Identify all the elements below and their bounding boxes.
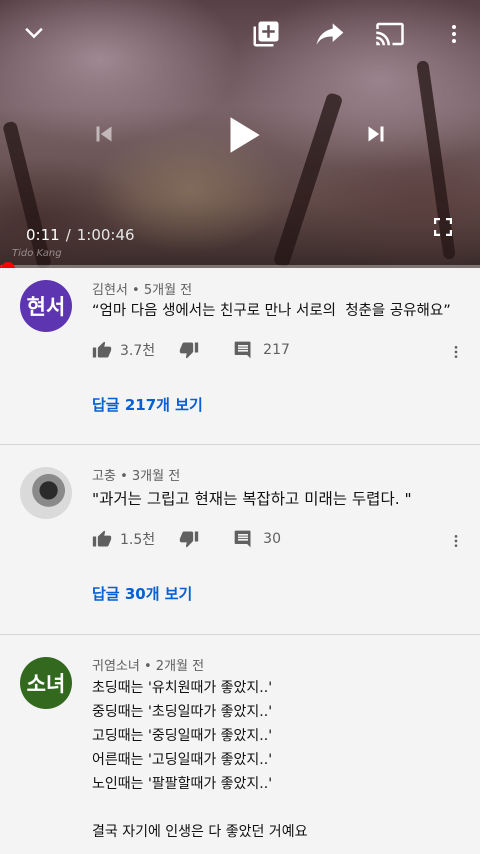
collapse-button[interactable] [14,14,54,54]
avatar[interactable]: 소녀 [20,657,72,709]
fullscreen-button[interactable] [428,212,458,242]
thumb-down-icon [179,342,199,359]
reply-count: 217 [263,342,290,358]
comment-menu-button[interactable] [448,340,464,364]
reply-button[interactable]: 217 [233,340,290,360]
thumb-up-icon [92,341,112,358]
comment-meta: 귀염소녀 • 2개월 전 [92,655,204,674]
reply-count: 30 [263,531,281,547]
comment-icon [234,341,251,359]
avatar[interactable] [20,467,72,519]
time-separator: / [65,226,71,244]
comment-icon [234,530,251,548]
thumb-down-icon [179,531,199,548]
share-icon [316,23,344,45]
dislike-button[interactable] [179,340,199,360]
skip-previous-icon [96,126,112,142]
comment-item: 고충 • 3개월 전 "과거는 그립고 현재는 복잡하고 미래는 두렵다. " … [0,445,480,635]
time-display: 0:11 / 1:00:46 [26,226,135,244]
avatar-initials: 현서 [26,295,66,319]
meta-separator: • [132,283,140,298]
comment-text: "과거는 그립고 현재는 복잡하고 미래는 두렵다. " [92,490,412,508]
video-watermark: Tido Kang [12,248,62,259]
comment-author[interactable]: 김현서 [92,283,128,298]
menu-button[interactable] [440,14,468,54]
play-icon [230,117,260,153]
comment-item: 현서 김현서 • 5개월 전 “엄마 다음 생에서는 친구로 만나 서로의 청춘… [0,268,480,445]
comment-item: 소녀 귀염소녀 • 2개월 전 초딩때는 '유치원때가 좋았지..' 중딩때는 … [0,635,480,854]
share-button[interactable] [310,14,350,54]
comment-text: 초딩때는 '유치원때가 좋았지..' 중딩때는 '초딩일따가 좋았지..' 고딩… [92,680,308,840]
more-vert-icon [452,25,456,43]
like-button[interactable]: 1.5천 [92,529,155,549]
view-replies-link[interactable]: 답글 217개 보기 [92,394,203,415]
comment-menu-button[interactable] [448,529,464,553]
comment-actions: 3.7천 217 [92,340,290,360]
comment-author[interactable]: 귀염소녀 [92,659,140,674]
comment-meta: 고충 • 3개월 전 [92,465,180,484]
comment-meta: 김현서 • 5개월 전 [92,279,192,298]
dislike-button[interactable] [179,529,199,549]
comment-age: 3개월 전 [131,469,181,484]
avatar-initials: 소녀 [26,672,66,696]
more-vert-icon [454,535,458,547]
thumb-up-icon [92,530,112,547]
add-to-playlist-button[interactable] [246,14,286,54]
play-button[interactable] [216,108,270,162]
cast-button[interactable] [370,14,410,54]
like-button[interactable]: 3.7천 [92,340,155,360]
video-player[interactable]: 0:11 / 1:00:46 Tido Kang [0,0,480,268]
more-vert-icon [454,346,458,358]
comment-text: “엄마 다음 생에서는 친구로 만나 서로의 청춘을 공유해요” [92,303,451,319]
current-time: 0:11 [26,226,60,244]
reply-button[interactable]: 30 [233,529,281,549]
like-count: 1.5천 [120,532,156,548]
comment-age: 2개월 전 [155,659,205,674]
comment-author[interactable]: 고충 [92,469,116,484]
cast-icon [376,22,404,46]
duration: 1:00:46 [76,226,135,244]
skip-next-icon [368,126,384,142]
like-count: 3.7천 [120,343,156,359]
comment-list: 현서 김현서 • 5개월 전 “엄마 다음 생에서는 친구로 만나 서로의 청춘… [0,268,480,854]
fullscreen-icon [434,218,452,236]
previous-button[interactable] [84,114,124,154]
meta-separator: • [120,469,128,484]
meta-separator: • [143,659,152,674]
playlist-add-icon [253,21,279,47]
view-replies-link[interactable]: 답글 30개 보기 [92,583,192,604]
chevron-down-icon [25,27,43,39]
comment-actions: 1.5천 30 [92,529,281,549]
comment-age: 5개월 전 [143,283,193,298]
avatar[interactable]: 현서 [20,280,72,332]
next-button[interactable] [356,114,396,154]
